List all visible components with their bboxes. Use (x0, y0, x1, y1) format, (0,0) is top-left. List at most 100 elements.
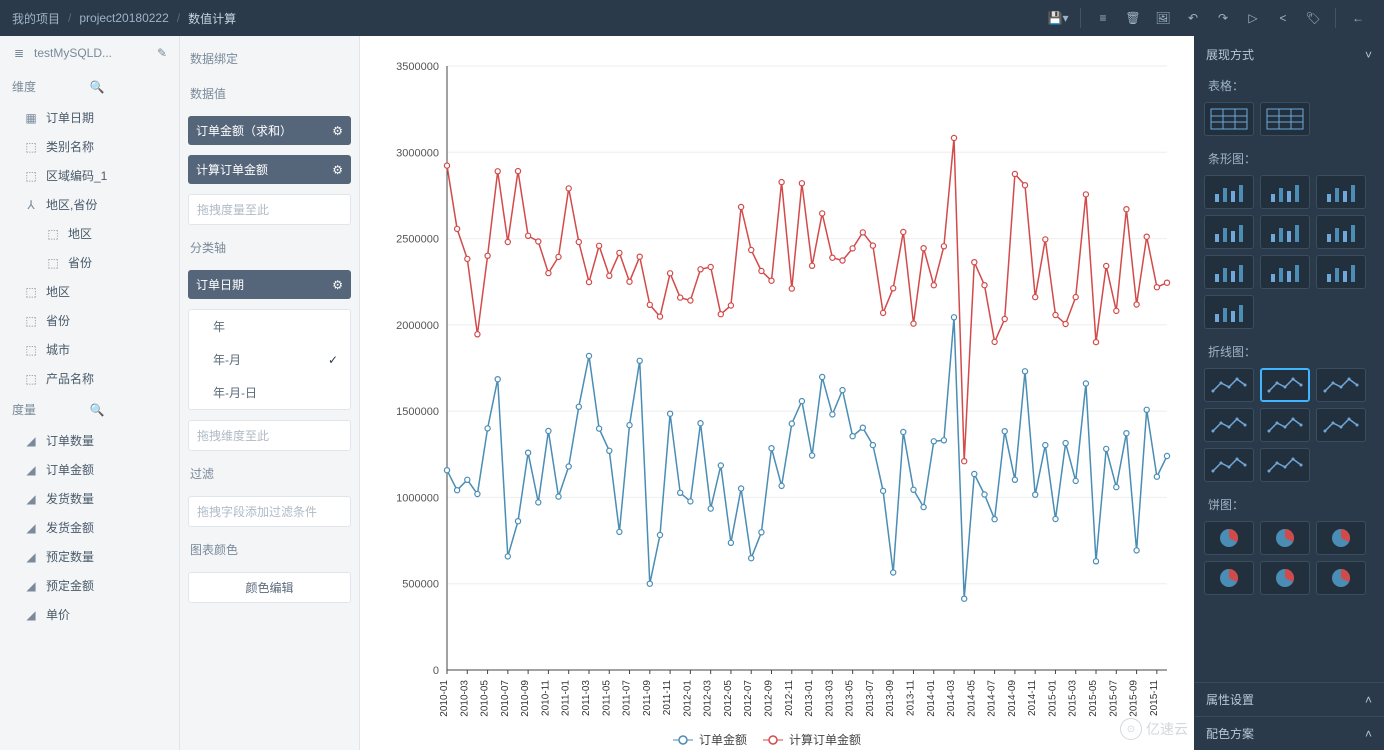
dimension-item[interactable]: ⬚省份 (0, 248, 179, 277)
chevron-down-icon: ˅ (1365, 48, 1372, 62)
chart-thumb[interactable] (1204, 295, 1254, 329)
chart-thumb[interactable] (1260, 368, 1310, 402)
measure-item[interactable]: ◢单价 (0, 600, 179, 629)
topbar: 我的项目 / project20180222 / 数值计算 💾▾ ≡ 🗑 🖼 ↶… (0, 0, 1384, 36)
chart-thumb[interactable] (1316, 408, 1366, 442)
search-icon[interactable]: 🔍 (90, 403, 168, 417)
pill-calc-order[interactable]: 计算订单金额 ⚙ (188, 155, 351, 184)
measure-label: 发货金额 (46, 519, 94, 536)
binding-title: 数据绑定 (188, 46, 351, 71)
tag-icon[interactable]: 🏷 (1299, 4, 1327, 32)
date-option[interactable]: 年-月-日 (189, 376, 350, 409)
measure-item[interactable]: ◢发货数量 (0, 484, 179, 513)
chart-thumb[interactable] (1316, 368, 1366, 402)
date-option[interactable]: 年-月✓ (189, 343, 350, 376)
edit-icon[interactable]: ✎ (157, 46, 167, 60)
measure-item[interactable]: ◢ 发货金额 (0, 513, 179, 542)
chart-thumb[interactable] (1316, 175, 1366, 209)
chart-thumb[interactable] (1260, 215, 1310, 249)
date-option[interactable]: 年 (189, 310, 350, 343)
chart-thumb[interactable] (1316, 215, 1366, 249)
back-icon[interactable]: ← (1344, 4, 1372, 32)
measure-item[interactable]: ◢订单数量 (0, 426, 179, 455)
gear-icon[interactable]: ⚙ (332, 278, 343, 292)
hierarchy-icon: ⅄ (24, 198, 38, 212)
chart-thumb[interactable] (1316, 521, 1366, 555)
chart-thumb[interactable] (1260, 521, 1310, 555)
chart-thumb[interactable] (1260, 175, 1310, 209)
dimensions-header: 维度 🔍 (0, 70, 179, 103)
dimension-item[interactable]: ⬚区域编码_1 (0, 161, 179, 190)
color-scheme-header[interactable]: 配色方案 ˄ (1194, 716, 1384, 750)
dimension-item[interactable]: ⬚产品名称 (0, 364, 179, 393)
dimension-item[interactable]: ⬚类别名称 (0, 132, 179, 161)
gear-icon[interactable]: ⚙ (332, 124, 343, 138)
search-icon[interactable]: 🔍 (90, 80, 168, 94)
dimension-item[interactable]: ⬚地区 (0, 277, 179, 306)
trash-icon[interactable]: 🗑 (1119, 4, 1147, 32)
breadcrumb-root[interactable]: 我的项目 (12, 10, 60, 27)
svg-text:2012-11: 2012-11 (784, 680, 795, 716)
drop-filter[interactable]: 拖拽字段添加过滤条件 (188, 496, 351, 527)
tag-icon: ⬚ (24, 314, 38, 328)
svg-text:2012-09: 2012-09 (764, 680, 775, 717)
measure-item[interactable]: ◢预定金额 (0, 571, 179, 600)
measure-icon: ◢ (24, 521, 38, 535)
undo-icon[interactable]: ↶ (1179, 4, 1207, 32)
menu-icon[interactable]: ≡ (1089, 4, 1117, 32)
chart-thumb[interactable] (1204, 561, 1254, 595)
chart-thumb[interactable] (1204, 448, 1254, 482)
svg-text:500000: 500000 (402, 579, 439, 591)
chart-group-label: 折线图： (1194, 339, 1384, 364)
chart-thumb[interactable] (1260, 408, 1310, 442)
measure-item[interactable]: ◢预定数量 (0, 542, 179, 571)
share-icon[interactable]: < (1269, 4, 1297, 32)
chart-thumb[interactable] (1204, 408, 1254, 442)
chart-thumb[interactable] (1204, 175, 1254, 209)
svg-text:计算订单金额: 计算订单金额 (789, 732, 861, 747)
drop-measure[interactable]: 拖拽度量至此 (188, 194, 351, 225)
chart-thumb[interactable] (1260, 102, 1310, 136)
gear-icon[interactable]: ⚙ (332, 163, 343, 177)
date-options: 年年-月✓ 年-月-日 (188, 309, 351, 410)
pill-order-date[interactable]: 订单日期 ⚙ (188, 270, 351, 299)
svg-text:2011-01: 2011-01 (561, 680, 572, 716)
save-icon[interactable]: 💾▾ (1044, 4, 1072, 32)
display-mode-header[interactable]: 展现方式 ˅ (1194, 36, 1384, 73)
dimension-item[interactable]: ▦订单日期 (0, 103, 179, 132)
color-edit-button[interactable]: 颜色编辑 (188, 572, 351, 603)
chart-thumb[interactable] (1260, 561, 1310, 595)
svg-text:2011-07: 2011-07 (622, 680, 633, 716)
dimension-item[interactable]: ⬚ 省份 (0, 306, 179, 335)
dimension-label: 地区 (68, 225, 92, 242)
dimension-label: 省份 (46, 312, 70, 329)
chart-thumb[interactable] (1204, 102, 1254, 136)
pill-order-sum[interactable]: 订单金额（求和） ⚙ (188, 116, 351, 145)
chart-thumb[interactable] (1204, 521, 1254, 555)
svg-text:2011-09: 2011-09 (642, 680, 653, 716)
svg-text:3500000: 3500000 (396, 61, 439, 73)
dimension-item[interactable]: ⬚地区 (0, 219, 179, 248)
dimension-label: 省份 (68, 254, 92, 271)
dimension-item[interactable]: ⬚城市 (0, 335, 179, 364)
svg-text:2011-03: 2011-03 (581, 680, 592, 716)
chart-thumb[interactable] (1316, 255, 1366, 289)
redo-icon[interactable]: ↷ (1209, 4, 1237, 32)
play-icon[interactable]: ▷ (1239, 4, 1267, 32)
chart-thumb[interactable] (1204, 368, 1254, 402)
dimension-item[interactable]: ⅄地区,省份 (0, 190, 179, 219)
chart-thumb[interactable] (1204, 215, 1254, 249)
attr-settings-header[interactable]: 属性设置 ˄ (1194, 682, 1384, 716)
date-option-label: 年-月-日 (213, 384, 257, 401)
chart-thumb[interactable] (1316, 561, 1366, 595)
chart-thumb[interactable] (1204, 255, 1254, 289)
breadcrumb-current: 数值计算 (188, 10, 236, 27)
image-icon[interactable]: 🖼 (1149, 4, 1177, 32)
right-sidebar: 展现方式 ˅ 表格：条形图：折线图：饼图： 属性设置 ˄ 配色方案 ˄ (1194, 36, 1384, 750)
breadcrumb-project[interactable]: project20180222 (79, 11, 168, 25)
chart-group-label: 条形图： (1194, 146, 1384, 171)
measure-item[interactable]: ◢订单金额 (0, 455, 179, 484)
drop-dimension[interactable]: 拖拽维度至此 (188, 420, 351, 451)
chart-thumb[interactable] (1260, 255, 1310, 289)
chart-thumb[interactable] (1260, 448, 1310, 482)
